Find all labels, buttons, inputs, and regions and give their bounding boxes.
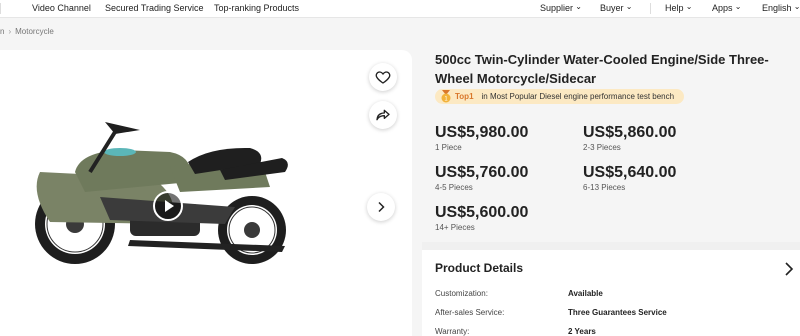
play-video-button[interactable] xyxy=(153,191,183,221)
section-divider xyxy=(422,242,800,250)
product-gallery xyxy=(0,50,412,336)
product-title: 500cc Twin-Cylinder Water-Cooled Engine/… xyxy=(435,52,769,86)
share-icon xyxy=(376,109,390,121)
chevron-right-icon[interactable] xyxy=(784,262,794,276)
detail-row: Warranty: 2 Years xyxy=(435,327,596,336)
product-details-heading[interactable]: Product Details xyxy=(435,261,523,275)
tier-quantity: 1 Piece xyxy=(435,143,462,152)
detail-value: 2 Years xyxy=(568,327,596,336)
detail-value: Three Guarantees Service xyxy=(568,308,667,317)
detail-value: Available xyxy=(568,289,603,298)
share-button[interactable] xyxy=(369,101,397,129)
detail-row: Customization: Available xyxy=(435,289,603,298)
tier-quantity: 2-3 Pieces xyxy=(583,143,621,152)
chevron-right-icon xyxy=(378,201,385,213)
ranking-badge[interactable]: 1 Top1 in Most Popular Diesel engine perf… xyxy=(435,89,685,104)
nav-apps-dropdown[interactable]: Apps xyxy=(712,3,741,13)
next-image-button[interactable] xyxy=(367,193,395,221)
breadcrumb-current[interactable]: Motorcycle xyxy=(15,27,54,36)
favorite-button[interactable] xyxy=(369,63,397,91)
product-details-section: Product Details Customization: Available … xyxy=(422,250,800,336)
rank-text: in Most Popular Diesel engine performanc… xyxy=(481,92,675,101)
nav-secured-trading[interactable]: Secured Trading Service xyxy=(105,3,204,13)
tier-quantity: 14+ Pieces xyxy=(435,223,475,232)
tier-quantity: 6-13 Pieces xyxy=(583,183,626,192)
rank-label: Top1 xyxy=(455,92,474,101)
nav-buyer-dropdown[interactable]: Buyer xyxy=(600,3,632,13)
tier-price: US$5,760.00 xyxy=(435,164,529,181)
nav-top-ranking[interactable]: Top-ranking Products xyxy=(214,3,299,13)
price-tier: US$5,640.00 6-13 Pieces xyxy=(583,164,723,192)
tier-price: US$5,860.00 xyxy=(583,124,677,141)
chevron-right-icon: › xyxy=(8,27,12,36)
heart-icon xyxy=(375,71,391,84)
play-icon xyxy=(165,200,174,212)
nav-help-dropdown[interactable]: Help xyxy=(665,3,692,13)
price-tier: US$5,980.00 1 Piece xyxy=(435,124,575,152)
price-tier: US$5,860.00 2-3 Pieces xyxy=(583,124,723,152)
detail-key: Warranty: xyxy=(435,327,470,336)
tier-price: US$5,600.00 xyxy=(435,204,529,221)
breadcrumb: n › Motorcycle xyxy=(0,27,54,36)
detail-key: Customization: xyxy=(435,289,488,298)
nav-language-dropdown[interactable]: English xyxy=(762,3,800,13)
detail-row: After-sales Service: Three Guarantees Ser… xyxy=(435,308,667,317)
nav-video-channel[interactable]: Video Channel xyxy=(32,3,91,13)
tier-price: US$5,640.00 xyxy=(583,164,677,181)
detail-key: After-sales Service: xyxy=(435,308,505,317)
tier-price: US$5,980.00 xyxy=(435,124,529,141)
product-info: 500cc Twin-Cylinder Water-Cooled Engine/… xyxy=(422,46,800,336)
top-nav: Video Channel Secured Trading Service To… xyxy=(0,0,800,18)
breadcrumb-parent[interactable]: n xyxy=(0,27,4,36)
price-tier: US$5,760.00 4-5 Pieces xyxy=(435,164,575,192)
price-tier: US$5,600.00 14+ Pieces xyxy=(435,204,575,232)
nav-divider xyxy=(0,3,1,14)
tier-quantity: 4-5 Pieces xyxy=(435,183,473,192)
nav-supplier-dropdown[interactable]: Supplier xyxy=(540,3,582,13)
medal-icon: 1 xyxy=(441,90,451,103)
nav-divider xyxy=(650,3,651,14)
